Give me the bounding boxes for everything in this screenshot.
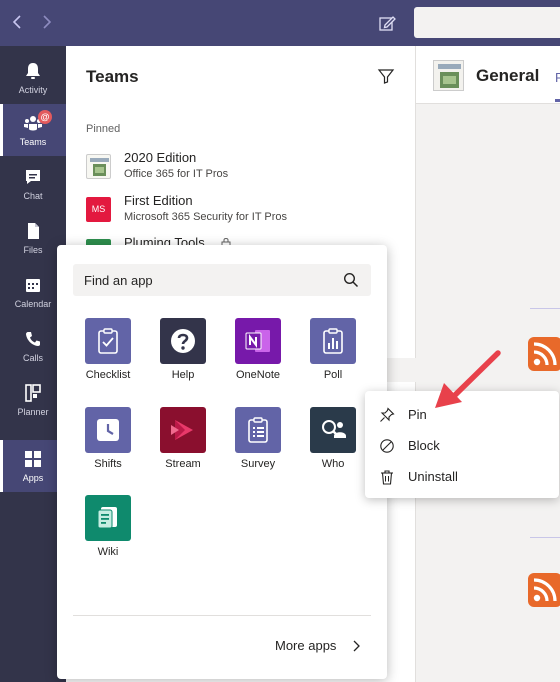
channel-header: General P (416, 46, 560, 104)
search-icon[interactable] (343, 272, 359, 288)
menu-item-label: Block (408, 438, 440, 453)
filter-icon[interactable] (377, 67, 395, 85)
planner-icon (23, 383, 43, 403)
trash-icon (379, 469, 395, 485)
rss-icon (528, 337, 560, 371)
appbar-label: Teams (19, 137, 47, 147)
menu-item-block[interactable]: Block (365, 431, 559, 461)
team-subtitle: Microsoft 365 Security for IT Pros (124, 211, 288, 223)
appbar-item-activity[interactable]: Activity (0, 52, 66, 104)
page-title: Teams (86, 67, 139, 86)
appbar-label: Activity (18, 85, 48, 95)
compose-icon[interactable] (377, 13, 397, 33)
team-avatar: MS (86, 197, 111, 222)
checklist-icon (85, 318, 131, 364)
mention-badge: @ (38, 110, 52, 124)
app-label: Wiki (97, 546, 119, 558)
team-subtitle: Office 365 for IT Pros (124, 168, 229, 180)
chevron-right-icon[interactable] (351, 639, 361, 653)
who-icon (310, 407, 356, 453)
list-item-hover-highlight (384, 358, 416, 382)
appbar-item-chat[interactable]: Chat (0, 158, 66, 210)
pin-icon (379, 407, 395, 423)
app-tile-help[interactable]: Help (153, 318, 213, 398)
more-apps-link[interactable]: More apps (275, 638, 336, 653)
appbar-label: Chat (23, 191, 43, 201)
app-label: Shifts (94, 458, 122, 470)
help-icon (160, 318, 206, 364)
poll-icon (310, 318, 356, 364)
apps-grid-icon (23, 449, 43, 469)
stream-icon (160, 407, 206, 453)
divider (530, 537, 560, 538)
appbar-item-teams[interactable]: @ Teams (0, 104, 66, 156)
app-tile-onenote[interactable]: OneNote (228, 318, 288, 398)
menu-item-uninstall[interactable]: Uninstall (365, 462, 559, 492)
pinned-section-label: Pinned (86, 123, 121, 135)
app-label: Who (321, 458, 345, 470)
app-tile-poll[interactable]: Poll (303, 318, 363, 398)
channel-avatar (433, 60, 464, 91)
team-item[interactable]: MS First Edition Microsoft 365 Security … (86, 193, 406, 229)
app-tile-checklist[interactable]: Checklist (78, 318, 138, 398)
onenote-icon (235, 318, 281, 364)
apps-flyout: Checklist Help OneNote Poll Shifts Strea… (57, 245, 387, 679)
survey-icon (235, 407, 281, 453)
active-tab-underline (555, 99, 560, 102)
app-label: Help (171, 369, 195, 381)
find-app-input[interactable] (73, 264, 371, 296)
block-icon (379, 438, 395, 454)
app-label: Poll (323, 369, 343, 381)
search-box[interactable] (414, 7, 560, 38)
channel-title: General (476, 66, 540, 85)
divider (530, 308, 560, 309)
tab-posts[interactable]: P (555, 70, 560, 85)
team-item[interactable]: 2020 Edition Office 365 for IT Pros (86, 150, 406, 186)
app-label: OneNote (235, 369, 281, 381)
annotation-arrow (430, 348, 505, 414)
wiki-icon (85, 495, 131, 541)
team-name: 2020 Edition (124, 150, 197, 165)
back-arrow-icon[interactable] (8, 12, 28, 32)
file-icon (23, 221, 43, 241)
app-label: Checklist (85, 369, 131, 381)
app-tile-wiki[interactable]: Wiki (78, 495, 138, 575)
menu-item-label: Pin (408, 407, 427, 422)
phone-icon (23, 329, 43, 349)
app-tile-who[interactable]: Who (303, 407, 363, 487)
team-avatar (86, 154, 111, 179)
app-tile-survey[interactable]: Survey (228, 407, 288, 487)
menu-item-label: Uninstall (408, 469, 458, 484)
calendar-icon (23, 275, 43, 295)
chat-icon (23, 167, 43, 187)
shifts-icon (85, 407, 131, 453)
divider (73, 615, 371, 616)
app-label: Stream (165, 458, 201, 470)
title-bar (0, 0, 560, 46)
forward-arrow-icon[interactable] (36, 12, 56, 32)
app-tile-stream[interactable]: Stream (153, 407, 213, 487)
app-label: Survey (240, 458, 276, 470)
rss-icon (528, 573, 560, 607)
team-name: First Edition (124, 193, 193, 208)
bell-icon (23, 61, 43, 81)
app-tile-shifts[interactable]: Shifts (78, 407, 138, 487)
